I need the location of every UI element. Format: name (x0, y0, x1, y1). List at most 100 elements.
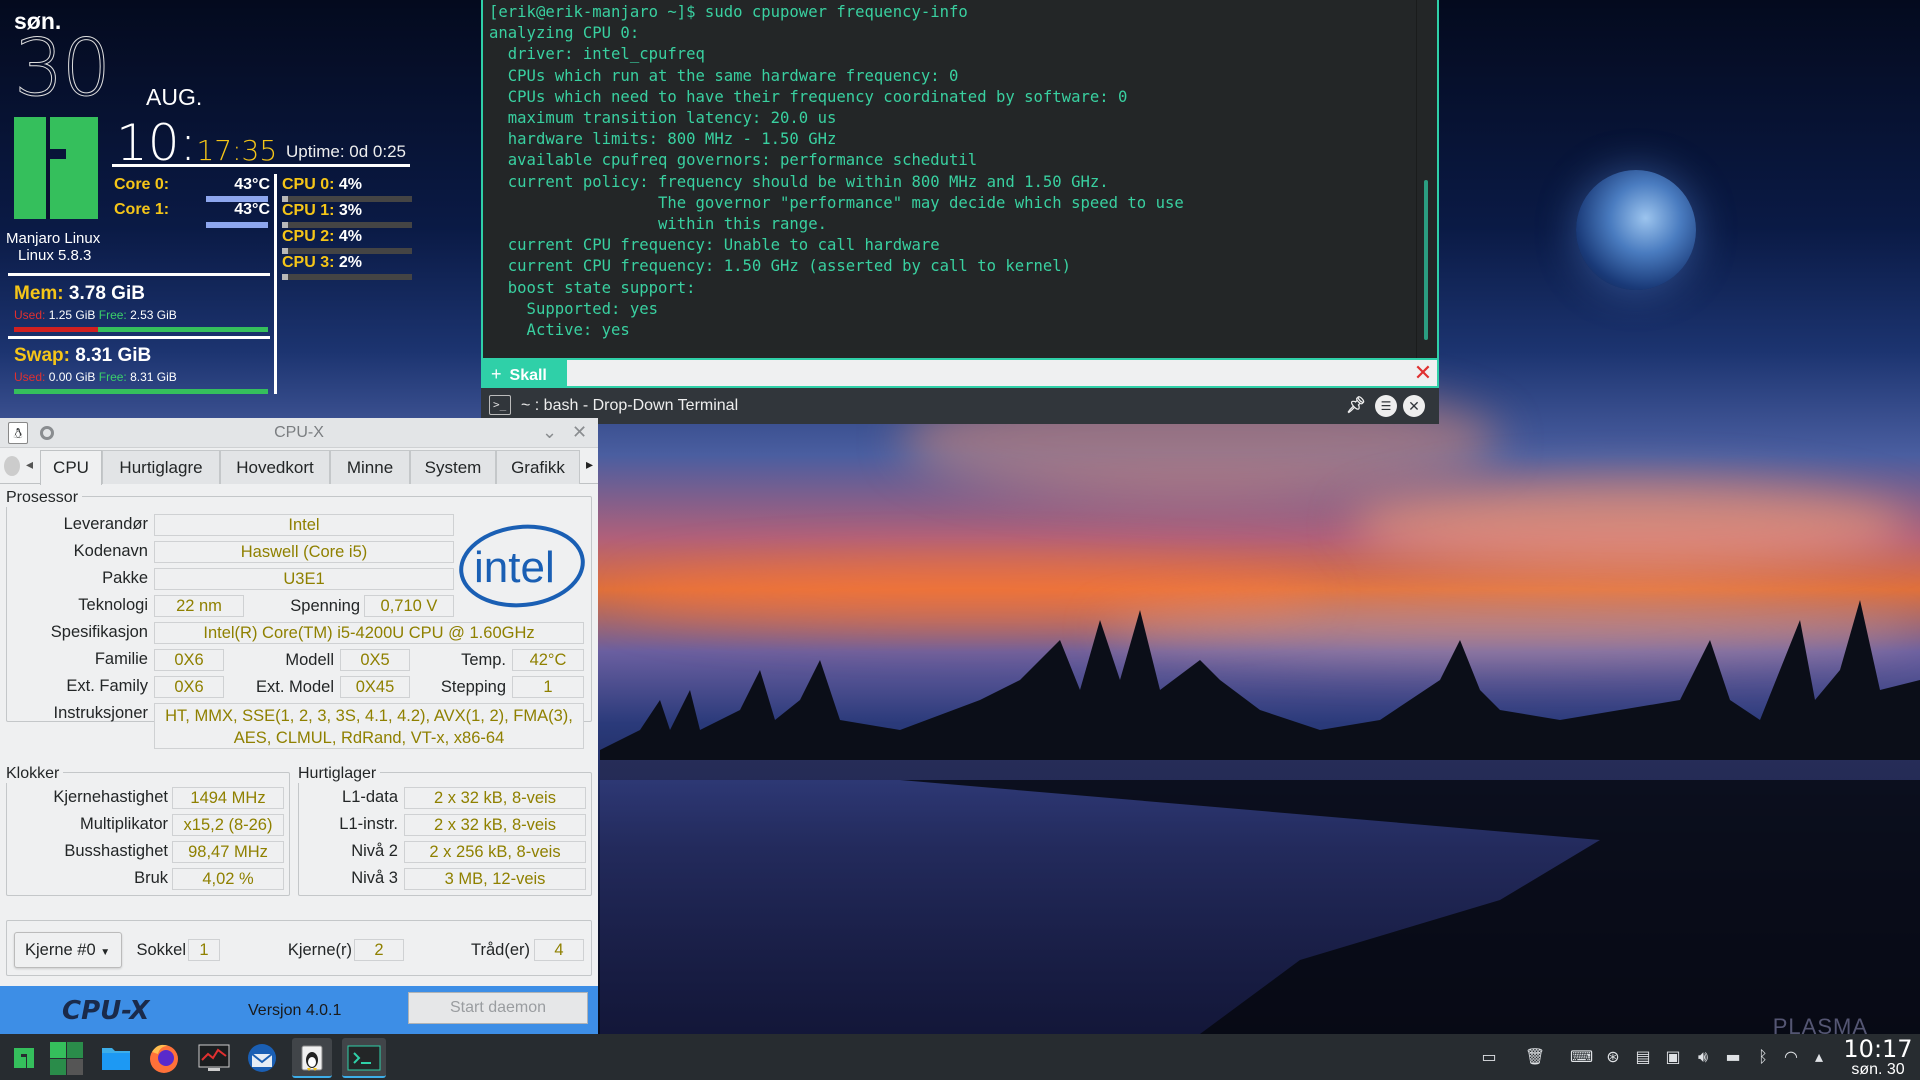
socket-label: Sokkel (136, 941, 186, 959)
tab-graphics[interactable]: Grafikk (496, 450, 580, 484)
terminal-line: available cpufreq governors: performance… (507, 151, 978, 170)
family-label: Familie (94, 650, 148, 668)
terminal-line: [erik@erik-manjaro ~]$ sudo cpupower fre… (489, 3, 968, 21)
terminal-line: maximum transition latency: 20.0 us (507, 109, 837, 128)
tab-motherboard[interactable]: Hovedkort (220, 450, 330, 484)
taskbar-clock[interactable]: 10:17 søn. 30 (1838, 1036, 1918, 1078)
terminal-tab-bar: + Skall ✕ (481, 358, 1439, 388)
scroll-tabs-left-icon[interactable]: ◂ (26, 456, 33, 473)
close-tab-icon[interactable]: ✕ (1413, 362, 1433, 384)
tab-memory[interactable]: Minne (330, 450, 410, 484)
chevron-down-icon: ▼ (100, 947, 111, 958)
tab-system[interactable]: System (410, 450, 496, 484)
tab-caches[interactable]: Hurtiglagre (102, 450, 220, 484)
scroll-track (1416, 0, 1417, 358)
trash-icon[interactable]: 🗑︎ (1524, 1046, 1546, 1068)
thunderbird-icon[interactable] (242, 1038, 282, 1078)
conky-uptime: Uptime: 0d 0:25 (286, 142, 407, 161)
codename-value: Haswell (Core i5) (154, 541, 454, 563)
show-desktop-icon[interactable]: ▭ (1478, 1046, 1500, 1068)
specification-value: Intel(R) Core(TM) i5-4200U CPU @ 1.60GHz (154, 622, 584, 644)
moon (1576, 170, 1696, 290)
pager-icon[interactable] (46, 1038, 86, 1078)
technology-value: 22 nm (154, 595, 244, 617)
cpu1-label: CPU 1: (282, 202, 335, 219)
divider (8, 273, 270, 276)
caches-group-label: Hurtiglager (298, 765, 381, 783)
volume-icon[interactable]: 🔊︎ (1692, 1046, 1714, 1068)
conky-clock-seconds: 17:35 (196, 134, 278, 167)
menu-icon[interactable]: ☰ (1375, 395, 1397, 417)
cpu-x-taskbar-icon[interactable] (292, 1038, 332, 1078)
bluetooth-icon[interactable]: ᛒ (1752, 1046, 1774, 1068)
threads-value: 4 (534, 939, 584, 961)
core-select-value: Kjerne #0 (25, 941, 96, 959)
kernel-version: Linux 5.8.3 (18, 247, 92, 264)
scroll-left-round-icon[interactable] (4, 456, 20, 476)
stepping-label: Stepping (440, 678, 506, 696)
terminal-line: Supported: yes (526, 299, 658, 318)
terminal-icon[interactable] (342, 1038, 386, 1078)
core-speed-label: Kjernehastighet (53, 788, 168, 806)
terminal-scrollbar[interactable] (1424, 180, 1428, 340)
voltage-label: Spenning (290, 597, 360, 615)
terminal-app-icon: >_ (489, 395, 511, 415)
mem-free-label: Free: (98, 308, 127, 322)
divider (8, 336, 270, 339)
cpux-tab-bar: ◂ CPU Hurtiglagre Hovedkort Minne System… (0, 448, 598, 485)
tray-expand-icon[interactable]: ▴ (1808, 1046, 1830, 1068)
new-tab-icon[interactable]: + (491, 364, 502, 384)
cores-value: 2 (354, 939, 404, 961)
terminal-output-area[interactable]: [erik@erik-manjaro ~]$ sudo cpupower fre… (481, 0, 1439, 358)
terminal-line: Active: yes (489, 321, 630, 340)
close-window-icon[interactable]: ✕ (1403, 395, 1425, 417)
tab-cpu[interactable]: CPU (40, 450, 102, 485)
scroll-tabs-right-icon[interactable]: ▸ (586, 456, 593, 473)
multiplier-value: x15,2 (8-26) (172, 814, 284, 836)
taskbar: ▭ 🗑︎ ⌨︎ ⊛ ▤ ▣ 🔊︎ ▬ ᛒ ◠ ▴ 10:17 søn. 30 (0, 1034, 1920, 1080)
threads-label: Tråd(er) (471, 941, 530, 959)
terminal-tab-skall[interactable]: + Skall (483, 360, 567, 386)
cpu0-load: CPU 0: 4% (282, 176, 362, 194)
display-icon[interactable]: ▤ (1632, 1046, 1654, 1068)
minimize-icon[interactable]: ⌄ (542, 422, 557, 443)
system-monitor-icon[interactable] (194, 1038, 234, 1078)
plasma-watermark: PLASMA (1772, 1014, 1868, 1034)
l1d-value: 2 x 32 kB, 8-veis (404, 787, 586, 809)
cpu0-label: CPU 0: (282, 176, 335, 193)
close-icon[interactable]: ✕ (572, 422, 587, 443)
foreground-shore (900, 780, 1920, 1034)
divider (274, 174, 277, 394)
ext-family-value: 0X6 (154, 676, 224, 698)
terminal-title: ~ : bash - Drop-Down Terminal (521, 397, 739, 414)
model-label: Modell (285, 651, 334, 669)
model-value: 0X5 (340, 649, 410, 671)
pin-icon[interactable]: 📌︎ (1345, 395, 1367, 417)
wifi-icon[interactable]: ◠ (1780, 1046, 1802, 1068)
l1i-value: 2 x 32 kB, 8-veis (404, 814, 586, 836)
instructions-value: HT, MMX, SSE(1, 2, 3, 3S, 4.1, 4.2), AVX… (154, 703, 584, 749)
package-label: Pakke (102, 569, 148, 587)
battery-icon[interactable]: ▬ (1722, 1046, 1744, 1068)
core1-bar (206, 222, 268, 228)
firefox-icon[interactable] (144, 1038, 184, 1078)
manjaro-menu-icon[interactable] (4, 1038, 44, 1078)
file-manager-icon[interactable] (96, 1038, 136, 1078)
usage-value: 4,02 % (172, 868, 284, 890)
terminal-line: driver: intel_cpufreq (507, 45, 705, 64)
cpu2-label: CPU 2: (282, 228, 335, 245)
clocks-group-label: Klokker (6, 765, 64, 783)
mem-detail: Used: 1.25 GiB Free: 2.53 GiB (14, 308, 177, 322)
start-daemon-button[interactable]: Start daemon (408, 992, 588, 1024)
mem-title: Mem: 3.78 GiB (14, 283, 145, 305)
stepping-value: 1 (512, 676, 584, 698)
clipboard-icon[interactable]: ▣ (1662, 1046, 1684, 1068)
swap-free-label: Free: (98, 370, 127, 384)
keyboard-icon[interactable]: ⌨︎ (1570, 1046, 1593, 1068)
l3-label: Nivå 3 (351, 869, 398, 887)
cpu0-pct: 4% (338, 176, 363, 193)
terminal-text: [erik@erik-manjaro ~]$ sudo cpupower fre… (489, 2, 1184, 341)
core-select-dropdown[interactable]: Kjerne #0 ▼ (14, 932, 122, 968)
ext-family-label: Ext. Family (66, 677, 148, 695)
updates-icon[interactable]: ⊛ (1602, 1046, 1624, 1068)
